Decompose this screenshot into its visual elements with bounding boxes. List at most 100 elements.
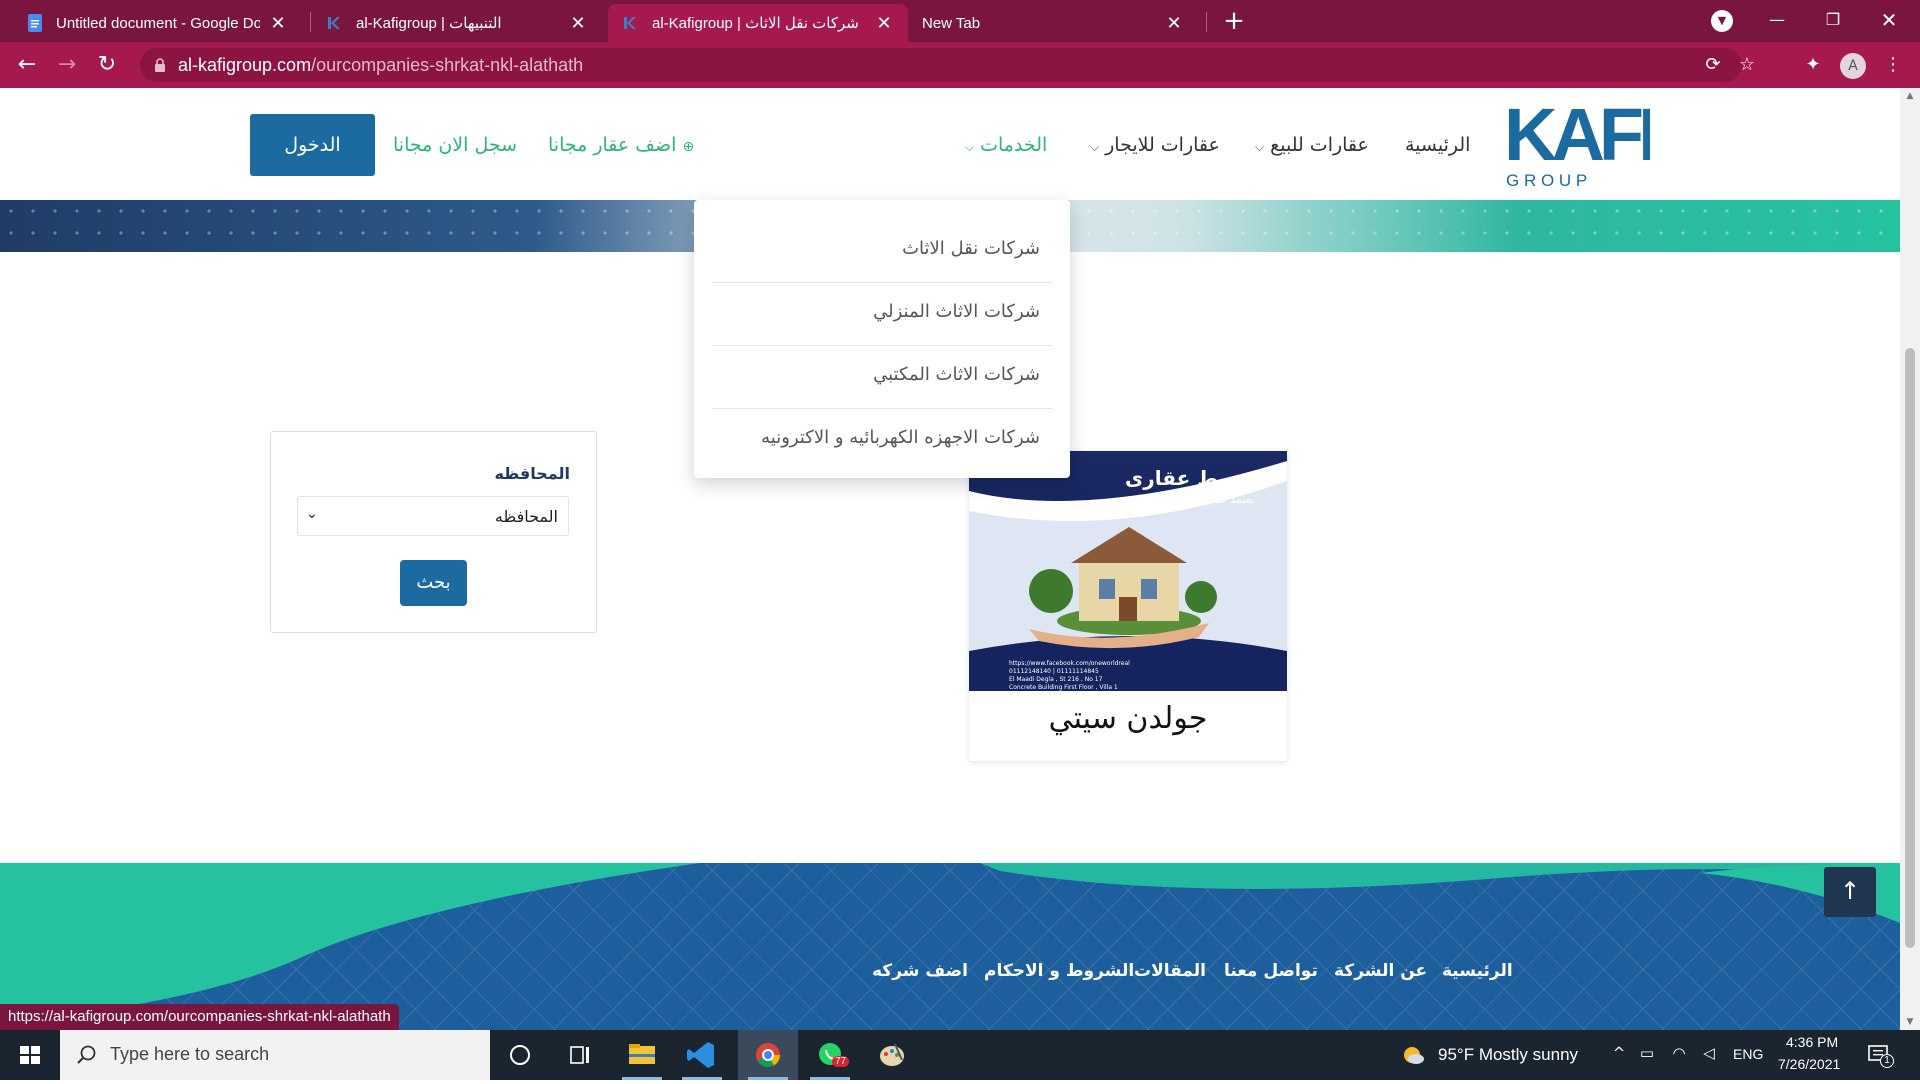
nav-services[interactable]: ⌵ الخدمات [965,134,1047,156]
language-indicator[interactable]: ENG [1733,1046,1763,1062]
tray-chevron-up-icon[interactable]: ^ [1608,1044,1630,1062]
kafi-logo[interactable]: KAFI G R O U P [1504,98,1650,190]
footer-link-terms[interactable]: الشروط و الاحكام [984,961,1134,981]
site-header: KAFI G R O U P الرئيسية ⌵ عقارات للبيع ⌵ ع… [0,88,1900,200]
whatsapp-icon[interactable]: 77 [800,1030,860,1080]
plus-circle-icon: ⊕ [682,139,695,155]
window-close-icon[interactable]: ✕ [1866,4,1912,36]
scrollbar-thumb[interactable] [1905,348,1915,948]
ad-line-1: https://www.facebook.com/oneworldreal [1009,660,1130,667]
weather-sun-icon [1404,1047,1424,1064]
star-icon[interactable]: ☆ [1736,54,1758,76]
menu-divider [712,408,1052,409]
task-view-icon[interactable] [550,1030,610,1080]
vscode-icon[interactable] [672,1030,732,1080]
windows-start-icon[interactable] [0,1030,60,1080]
ad-headline: وسيط عقارى [1125,466,1259,490]
tab-google-docs[interactable]: Untitled document - Google Doc ✕ [12,4,302,42]
tab-furniture-companies[interactable]: al-Kafigroup | شركات نقل الاثاث ✕ [608,4,908,42]
search-icon [77,1045,96,1064]
menu-kebab-icon[interactable]: ⋮ [1880,52,1906,78]
volume-icon[interactable]: ◁ [1698,1044,1720,1062]
notification-center-icon[interactable]: 1 [1866,1042,1894,1068]
services-dropdown: شركات نقل الاثاث شركات الاثاث المنزلي شر… [694,200,1070,478]
reload-icon[interactable]: ↻ [92,50,122,80]
nav-home[interactable]: الرئيسية [1405,134,1470,156]
nav-label: اضف عقار مجانا [548,134,677,156]
close-icon[interactable]: ✕ [568,13,588,34]
menu-item-office-furniture[interactable]: شركات الاثاث المكتبي [873,364,1040,385]
kafi-icon [624,17,636,29]
nav-for-sale[interactable]: ⌵ عقارات للبيع [1255,134,1369,156]
chevron-down-icon: ⌵ [1255,140,1265,154]
back-to-top-button[interactable]: ↑ [1824,867,1876,917]
page-viewport: KAFI G R O U P الرئيسية ⌵ عقارات للبيع ⌵ ع… [0,88,1920,1030]
arrow-up-icon: ↑ [1839,877,1861,905]
new-tab-plus-icon[interactable]: + [1220,8,1248,36]
search-filter-card: المحافظه المحافظه ⌄ بحث [270,431,597,633]
file-explorer-icon[interactable] [612,1030,672,1080]
ad-line-4: Concrete Building First Floor , Villa 1 [1009,684,1118,691]
search-placeholder: Type here to search [110,1044,270,1064]
scroll-down-icon[interactable]: ▼ [1900,1014,1920,1030]
footer-link-articles[interactable]: المقالات [1134,961,1206,981]
login-button[interactable]: الدخول [250,114,375,176]
paint-icon[interactable] [862,1030,922,1080]
menu-item-moving-companies[interactable]: شركات نقل الاثاث [902,238,1040,259]
tab-divider [1206,12,1207,32]
scroll-up-icon[interactable]: ▲ [1900,88,1920,104]
tab-alerts[interactable]: al-Kafigroup | التنبيهات ✕ [312,4,602,42]
menu-item-home-furniture[interactable]: شركات الاثاث المنزلي [873,301,1040,322]
wifi-icon[interactable]: ◠ [1668,1044,1690,1062]
footer-link-about[interactable]: عن الشركة [1334,961,1427,981]
close-icon[interactable]: ✕ [1164,13,1184,34]
real-estate-ad-graphic: وسيط عقارى .. يعتمد عليه https://www.fac… [969,451,1287,691]
logo-subtitle: G R O U P [1506,171,1587,190]
lock-icon [155,58,165,72]
address-bar[interactable]: al-kafigroup.com/ourcompanies-shrkat-nkl… [140,48,1755,82]
chrome-icon[interactable] [738,1030,798,1080]
profile-avatar[interactable]: A [1840,53,1866,79]
weather-text[interactable]: 95°F Mostly sunny [1438,1045,1578,1065]
search-button[interactable]: بحث [400,560,467,606]
restore-icon[interactable]: ❐ [1810,4,1856,36]
nav-label: عقارات للايجار [1105,134,1220,156]
footer-link-add-company[interactable]: اضف شركه [872,961,968,981]
company-ad-image[interactable]: وسيط عقارى .. يعتمد عليه https://www.fac… [969,451,1287,691]
url-text: al-kafigroup.com/ourcompanies-shrkat-nkl… [178,55,583,76]
url-domain: al-kafigroup.com [178,55,312,75]
taskbar-search-box[interactable]: Type here to search [60,1030,490,1080]
tab-title: Untitled document - Google Doc [56,14,260,32]
extensions-puzzle-icon[interactable]: ✦ [1800,52,1826,78]
tab-new-tab[interactable]: New Tab ✕ [908,4,1198,42]
footer-link-home[interactable]: الرئيسية [1442,961,1513,981]
menu-item-electronics[interactable]: شركات الاجهزه الكهربائيه و الاكترونيه [761,427,1040,448]
nav-label: عقارات للبيع [1270,134,1369,156]
forward-arrow-icon[interactable]: → [52,50,82,80]
close-icon[interactable]: ✕ [268,13,288,34]
page-scrollbar[interactable]: ▲ ▼ [1900,88,1920,1030]
company-name[interactable]: جولدن سيتي [969,701,1287,736]
cortana-icon[interactable] [490,1030,550,1080]
governorate-select[interactable]: المحافظه ⌄ [297,496,569,536]
battery-icon[interactable]: ▭ [1636,1044,1658,1062]
windows-taskbar: Type here to search 77 95°F Mostly sunny… [0,1030,1920,1080]
chevron-down-icon: ⌄ [306,506,318,522]
tab-title: al-Kafigroup | التنبيهات [356,15,502,32]
nav-for-rent[interactable]: ⌵ عقارات للايجار [1090,134,1220,156]
google-docs-icon [28,14,42,32]
ad-line-2: 01112148140 | 01111114845 [1009,668,1099,675]
minimize-icon[interactable]: — [1754,4,1800,36]
close-icon[interactable]: ✕ [874,13,894,34]
footer-link-contact[interactable]: تواصل معنا [1224,961,1318,981]
clock-date[interactable]: 7/26/2021 [1778,1056,1840,1072]
menu-divider [712,282,1052,283]
register-link[interactable]: سجل الان مجانا [393,134,517,156]
tab-title: New Tab [922,14,981,32]
company-card[interactable]: وسيط عقارى .. يعتمد عليه https://www.fac… [969,451,1287,761]
tab-search-chevron-icon[interactable]: ▼ [1711,10,1733,32]
translate-icon[interactable]: ⟳ [1702,54,1724,76]
back-arrow-icon[interactable]: ← [12,50,42,80]
add-property-link[interactable]: اضف عقار مجانا ⊕ [548,134,694,156]
clock-time[interactable]: 4:36 PM [1786,1034,1838,1050]
